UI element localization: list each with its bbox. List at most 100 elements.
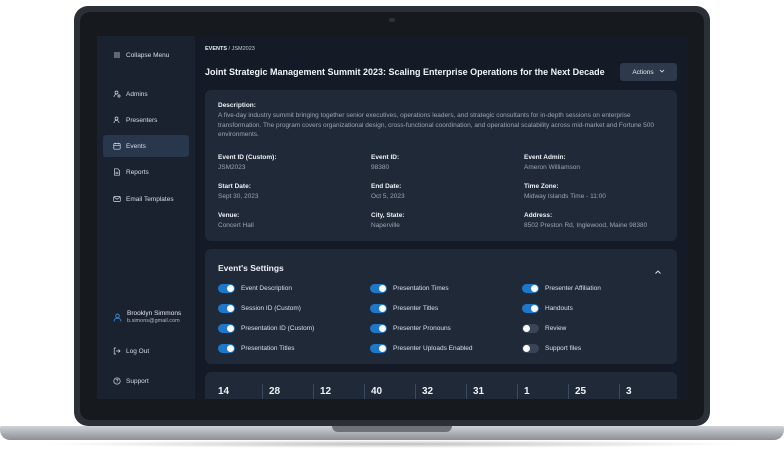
sidebar-item-presenters[interactable]: Presenters — [103, 109, 189, 131]
toggle-switch-on[interactable] — [218, 284, 235, 293]
presenter-icon — [113, 116, 121, 124]
stat-value: 1 — [524, 386, 530, 397]
toggle-label: Event Description — [241, 285, 292, 292]
toggle-review[interactable]: Review — [522, 324, 566, 333]
toggle-knob — [227, 285, 234, 292]
field-label: Event Admin: — [524, 154, 566, 161]
toggle-presentation-id[interactable]: Presentation ID (Custom) — [218, 324, 314, 333]
toggle-switch-on[interactable] — [522, 284, 539, 293]
actions-label: Actions — [632, 68, 654, 76]
toggle-presentation-times[interactable]: Presentation Times — [370, 284, 449, 293]
toggle-switch-off[interactable] — [522, 324, 539, 333]
sidebar-item-label: Email Templates — [126, 195, 174, 203]
sidebar-item-admins[interactable]: Admins — [103, 83, 189, 105]
stat-divider — [568, 384, 569, 399]
toggle-switch-on[interactable] — [218, 304, 235, 313]
toggle-event-description[interactable]: Event Description — [218, 284, 292, 293]
event-details-card: Description: A five-day industry summit … — [205, 90, 677, 241]
stat-value: 14 — [218, 386, 230, 397]
sidebar-item-reports[interactable]: Reports — [103, 161, 189, 183]
toggle-label: Presenter Pronouns — [393, 325, 451, 332]
event-stats-card: 14 28 12 40 32 31 1 25 3 — [205, 372, 677, 399]
page-title: Joint Strategic Management Summit 2023: … — [205, 67, 605, 77]
settings-title: Event's Settings — [218, 263, 284, 273]
app-screen: Collapse Menu Admins Presenters Events R… — [97, 36, 687, 399]
toggle-switch-on[interactable] — [370, 324, 387, 333]
sidebar-item-label: Presenters — [126, 116, 158, 124]
toggle-switch-off[interactable] — [522, 344, 539, 353]
field-value: 8502 Preston Rd, Inglewood, Maine 98380 — [524, 222, 648, 229]
stat-divider — [517, 384, 518, 399]
help-icon — [113, 377, 121, 385]
toggle-switch-on[interactable] — [218, 344, 235, 353]
user-info: Brooklyn Simmons b.simons@gmail.com — [127, 310, 181, 324]
toggle-knob — [523, 325, 530, 332]
toggle-knob — [523, 345, 530, 352]
chevron-down-icon — [659, 68, 665, 76]
user-gear-icon — [113, 90, 121, 98]
stat-divider — [415, 384, 416, 399]
hamburger-icon — [113, 51, 121, 59]
actions-dropdown[interactable]: Actions — [620, 63, 677, 81]
description-text: A five-day industry summit bringing toge… — [218, 112, 654, 138]
field-value: Oct 5, 2023 — [371, 193, 405, 200]
toggle-label: Presentation Times — [393, 285, 449, 292]
toggle-switch-on[interactable] — [370, 304, 387, 313]
toggle-presenter-uploads[interactable]: Presenter Uploads Enabled — [370, 344, 473, 353]
breadcrumb: EVENTS / JSM2023 — [205, 46, 255, 52]
field-value: Naperville — [371, 222, 400, 229]
stat-value: 3 — [626, 386, 632, 397]
toggle-presenter-pronouns[interactable]: Presenter Pronouns — [370, 324, 451, 333]
breadcrumb-root[interactable]: EVENTS — [205, 46, 227, 52]
support-button[interactable]: Support — [103, 370, 189, 392]
sidebar-item-email-templates[interactable]: Email Templates — [103, 188, 189, 210]
field-label: Event ID (Custom): — [218, 154, 277, 161]
field-value: JSM2023 — [218, 164, 246, 171]
field-label: Start Date: — [218, 183, 251, 190]
sidebar-item-label: Admins — [126, 90, 148, 98]
toggle-switch-on[interactable] — [370, 284, 387, 293]
stat-value: 31 — [473, 386, 485, 397]
toggle-label: Handouts — [545, 305, 573, 312]
toggle-switch-on[interactable] — [522, 304, 539, 313]
field-label: Venue: — [218, 212, 240, 219]
email-icon — [113, 195, 121, 203]
field-value: 98380 — [371, 164, 390, 171]
stat-value: 32 — [422, 386, 434, 397]
toggle-session-id[interactable]: Session ID (Custom) — [218, 304, 301, 313]
user-email: b.simons@gmail.com — [127, 318, 180, 324]
stat-divider — [364, 384, 365, 399]
chevron-up-icon[interactable] — [654, 263, 662, 274]
field-label: Address: — [524, 212, 553, 219]
field-label: End Date: — [371, 183, 402, 190]
user-profile[interactable]: Brooklyn Simmons b.simons@gmail.com — [113, 310, 181, 324]
toggle-presenter-affiliation[interactable]: Presenter Affiliation — [522, 284, 601, 293]
logout-button[interactable]: Log Out — [103, 340, 189, 362]
laptop-shadow — [40, 440, 744, 448]
toggle-presentation-titles[interactable]: Presentation Titles — [218, 344, 294, 353]
toggle-label: Presentation ID (Custom) — [241, 325, 315, 332]
toggle-knob — [379, 345, 386, 352]
support-label: Support — [126, 377, 149, 385]
toggle-presenter-titles[interactable]: Presenter Titles — [370, 304, 438, 313]
collapse-menu-button[interactable]: Collapse Menu — [103, 44, 189, 66]
toggle-label: Session ID (Custom) — [241, 305, 301, 312]
collapse-menu-label: Collapse Menu — [126, 51, 170, 59]
toggle-label: Presentation Titles — [241, 345, 295, 352]
avatar-icon — [113, 313, 122, 322]
stat-value: 40 — [371, 386, 383, 397]
logout-label: Log Out — [126, 347, 150, 355]
field-label: Event ID: — [371, 154, 400, 161]
toggle-handouts[interactable]: Handouts — [522, 304, 573, 313]
camera — [389, 18, 395, 22]
stat-divider — [466, 384, 467, 399]
toggle-switch-on[interactable] — [370, 344, 387, 353]
toggle-knob — [379, 305, 386, 312]
toggle-support-files[interactable]: Support files — [522, 344, 581, 353]
laptop-mockup: Collapse Menu Admins Presenters Events R… — [0, 0, 784, 451]
toggle-knob — [379, 325, 386, 332]
event-settings-card: Event's Settings Event Description Prese… — [205, 249, 677, 364]
toggle-switch-on[interactable] — [218, 324, 235, 333]
sidebar-item-events[interactable]: Events — [103, 135, 189, 157]
breadcrumb-current: JSM2023 — [231, 46, 255, 52]
